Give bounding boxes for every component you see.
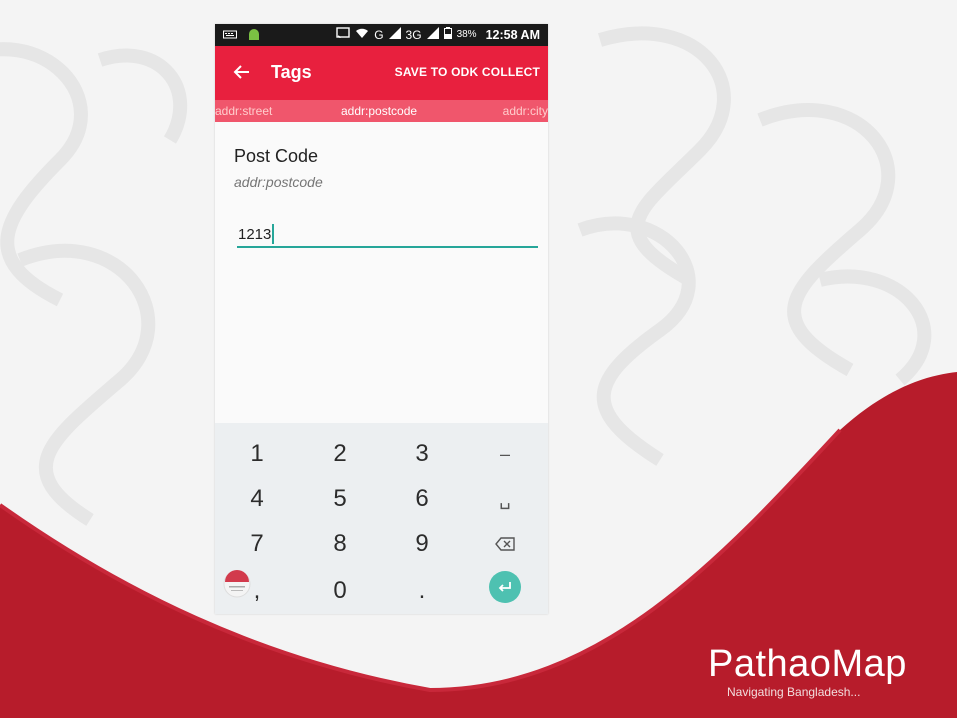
- logo-thumbnail-icon: [223, 570, 253, 598]
- postcode-input[interactable]: [237, 222, 538, 248]
- backspace-key[interactable]: [465, 522, 545, 566]
- tab-addr-city[interactable]: addr:city: [503, 104, 548, 118]
- key-5[interactable]: 5: [300, 477, 380, 521]
- battery-percent: 38%: [456, 29, 477, 40]
- field-key: addr:postcode: [234, 174, 323, 190]
- app-bar: Tags SAVE TO ODK COLLECT: [215, 46, 548, 100]
- battery-icon: [443, 27, 452, 42]
- network-g-label: G: [374, 27, 384, 42]
- tab-addr-street[interactable]: addr:street: [215, 104, 272, 118]
- save-to-odk-collect-button[interactable]: SAVE TO ODK COLLECT: [395, 65, 540, 79]
- keyboard-icon: [223, 29, 237, 43]
- page-title: Tags: [271, 62, 312, 82]
- network-3g-label: 3G: [405, 27, 422, 42]
- key-8[interactable]: 8: [300, 522, 380, 566]
- field-label: Post Code: [234, 146, 319, 166]
- signal-icon: [388, 27, 401, 42]
- key-1[interactable]: 1: [217, 432, 297, 476]
- cast-icon: [336, 27, 350, 42]
- key-2[interactable]: 2: [300, 432, 380, 476]
- status-bar: G 3G 38% 12:58 AM: [215, 24, 548, 46]
- tab-addr-postcode[interactable]: addr:postcode: [341, 104, 417, 118]
- key-space[interactable]: ␣: [465, 477, 545, 521]
- key-3[interactable]: 3: [382, 432, 462, 476]
- clock: 12:58 AM: [485, 27, 540, 42]
- android-icon: [247, 27, 261, 44]
- wifi-icon: [355, 27, 369, 42]
- tag-tabs: addr:street addr:postcode addr:city: [215, 100, 548, 122]
- key-6[interactable]: 6: [382, 477, 462, 521]
- key-0[interactable]: 0: [300, 569, 380, 613]
- key-7[interactable]: 7: [217, 522, 297, 566]
- brand-name: PathaoMap: [708, 643, 907, 685]
- phone-screen: G 3G 38% 12:58 AM Tags SAVE TO ODK COLLE…: [215, 24, 548, 614]
- key-4[interactable]: 4: [217, 477, 297, 521]
- signal-icon-2: [426, 27, 439, 42]
- key-dash[interactable]: –: [465, 432, 545, 476]
- brand-tagline: Navigating Bangladesh...: [727, 685, 861, 699]
- back-arrow-icon[interactable]: [229, 59, 255, 85]
- pathaomap-logo: PathaoMap Navigating Bangladesh...: [708, 643, 907, 699]
- enter-icon: [489, 571, 521, 603]
- enter-key[interactable]: [465, 565, 545, 609]
- numeric-keyboard: 1 2 3 – 4 5 6 ␣ 7 8 9 , 0 .: [215, 423, 548, 614]
- key-9[interactable]: 9: [382, 522, 462, 566]
- text-cursor: [272, 224, 274, 244]
- backspace-icon: [495, 537, 515, 551]
- key-period[interactable]: .: [382, 569, 462, 613]
